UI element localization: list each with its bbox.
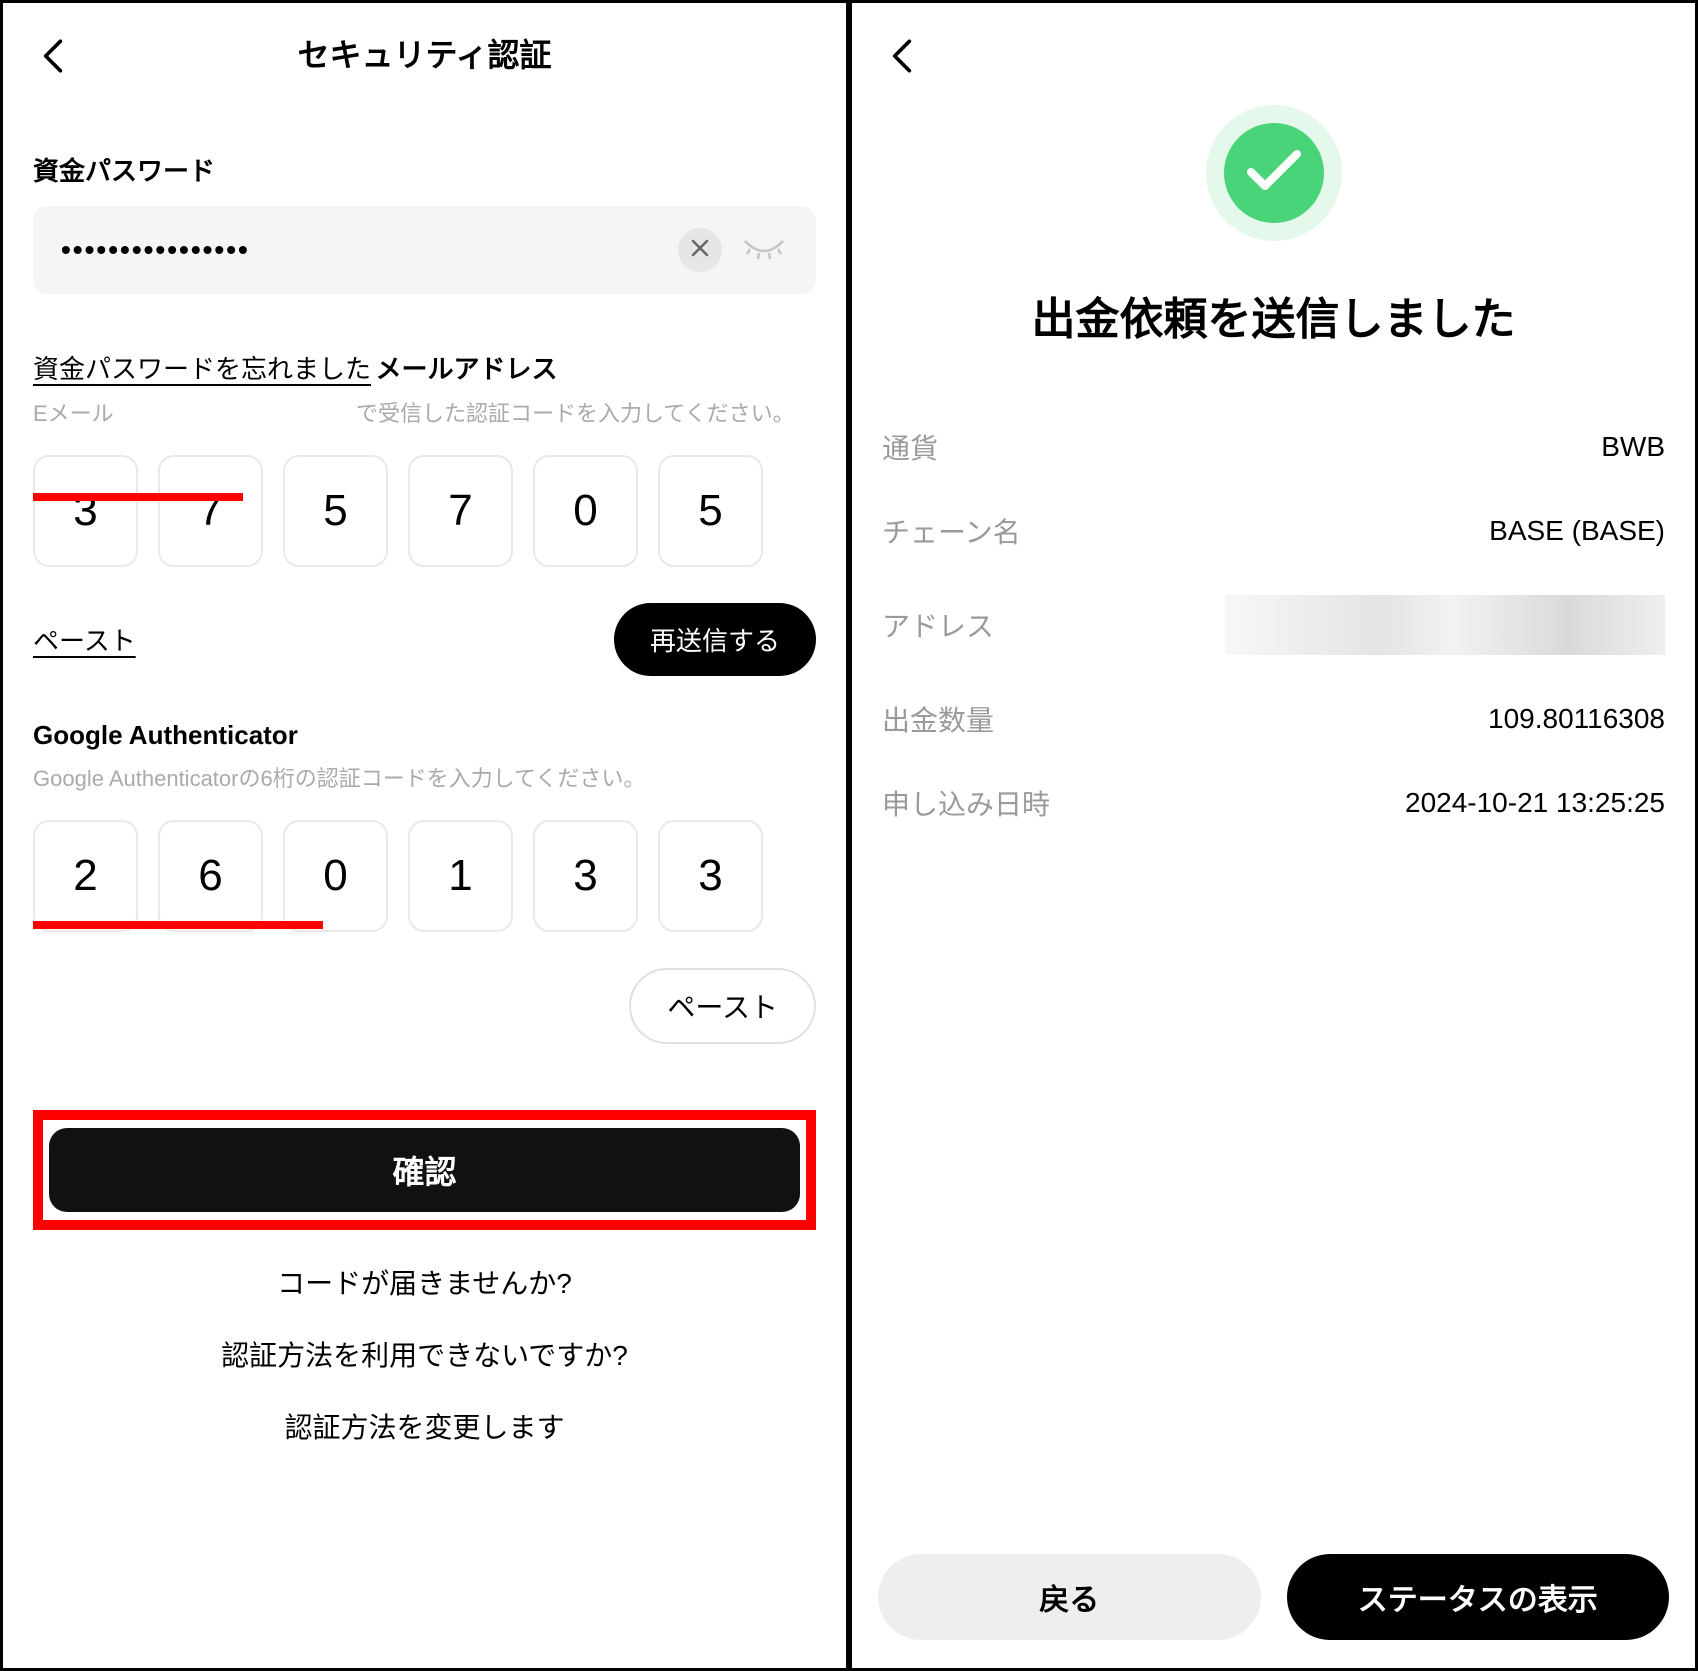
success-badge	[1224, 123, 1324, 223]
detail-value: BASE (BASE)	[1489, 515, 1665, 547]
email-hint-suffix: で受信した認証コードを入力してください。	[356, 401, 795, 426]
paste-authenticator-code-button[interactable]: ペースト	[629, 968, 816, 1044]
right-header	[852, 3, 1695, 103]
success-title: 出金依頼を送信しました	[852, 283, 1695, 347]
email-label: メールアドレス	[375, 349, 557, 386]
cannot-use-link[interactable]: 認証方法を利用できないですか?	[33, 1334, 816, 1374]
detail-label: アドレス	[882, 605, 994, 645]
detail-row-address: アドレス	[882, 595, 1665, 655]
detail-label: チェーン名	[882, 511, 1021, 551]
back-button[interactable]	[882, 38, 922, 78]
view-status-button[interactable]: ステータスの表示	[1287, 1554, 1670, 1640]
code-cell[interactable]: 0	[283, 820, 388, 932]
highlight-bar	[33, 493, 243, 501]
detail-label: 通貨	[882, 427, 938, 467]
code-cell[interactable]: 7	[408, 455, 513, 567]
redacted-address	[1225, 595, 1665, 655]
detail-value: BWB	[1601, 431, 1665, 463]
redacted-email	[120, 400, 350, 430]
detail-row-time: 申し込み日時 2024-10-21 13:25:25	[882, 783, 1665, 823]
authenticator-hint: Google Authenticatorの6桁の認証コードを入力してください。	[33, 761, 816, 796]
detail-value: 2024-10-21 13:25:25	[1405, 787, 1665, 819]
change-auth-link[interactable]: 認証方法を変更します	[33, 1406, 816, 1446]
paste-email-code-link[interactable]: ペースト	[33, 621, 136, 658]
code-cell[interactable]: 3	[533, 820, 638, 932]
code-cell[interactable]: 0	[533, 455, 638, 567]
left-header: セキュリティ認証	[3, 3, 846, 103]
detail-row-amount: 出金数量 109.80116308	[882, 699, 1665, 739]
code-cell[interactable]: 3	[658, 820, 763, 932]
password-mask: ••••••••••••••••	[61, 234, 250, 266]
fund-password-input[interactable]: ••••••••••••••••	[33, 206, 816, 294]
email-code-input[interactable]: 3 7 5 7 0 5	[33, 455, 816, 567]
details-list: 通貨 BWB チェーン名 BASE (BASE) アドレス 出金数量 109.8…	[852, 427, 1695, 823]
code-cell[interactable]: 5	[658, 455, 763, 567]
chevron-left-icon	[42, 38, 64, 79]
highlight-bar	[33, 921, 323, 929]
detail-label: 申し込み日時	[882, 783, 1050, 823]
clear-button[interactable]	[678, 228, 722, 272]
email-hint: Eメール で受信した認証コードを入力してください。	[33, 396, 816, 431]
chevron-left-icon	[891, 38, 913, 79]
no-code-link[interactable]: コードが届きませんか?	[33, 1262, 816, 1302]
confirm-button[interactable]: 確認	[49, 1128, 800, 1212]
code-cell[interactable]: 5	[283, 455, 388, 567]
detail-value: 109.80116308	[1488, 703, 1665, 735]
code-cell[interactable]: 1	[408, 820, 513, 932]
eye-closed-icon	[743, 235, 785, 266]
fund-password-label: 資金パスワード	[33, 151, 215, 188]
email-hint-prefix: Eメール	[33, 401, 114, 426]
code-cell[interactable]: 2	[33, 820, 138, 932]
back-button[interactable]	[33, 38, 73, 78]
detail-row-currency: 通貨 BWB	[882, 427, 1665, 467]
forgot-fund-password-link[interactable]: 資金パスワードを忘れました	[33, 349, 371, 386]
code-cell[interactable]: 3	[33, 455, 138, 567]
resend-button[interactable]: 再送信する	[614, 603, 816, 676]
toggle-visibility-button[interactable]	[740, 236, 788, 264]
detail-label: 出金数量	[882, 699, 994, 739]
close-icon	[690, 238, 710, 263]
check-icon	[1247, 150, 1301, 197]
authenticator-label: Google Authenticator	[33, 720, 298, 751]
authenticator-code-input[interactable]: 2 6 0 1 3 3	[33, 820, 816, 932]
back-home-button[interactable]: 戻る	[878, 1554, 1261, 1640]
code-cell[interactable]: 6	[158, 820, 263, 932]
code-cell[interactable]: 7	[158, 455, 263, 567]
page-title: セキュリティ認証	[297, 30, 551, 76]
detail-row-chain: チェーン名 BASE (BASE)	[882, 511, 1665, 551]
footer-links: コードが届きませんか? 認証方法を利用できないですか? 認証方法を変更します	[33, 1262, 816, 1446]
highlight-frame: 確認	[33, 1110, 816, 1230]
footer-buttons: 戻る ステータスの表示	[852, 1554, 1695, 1640]
